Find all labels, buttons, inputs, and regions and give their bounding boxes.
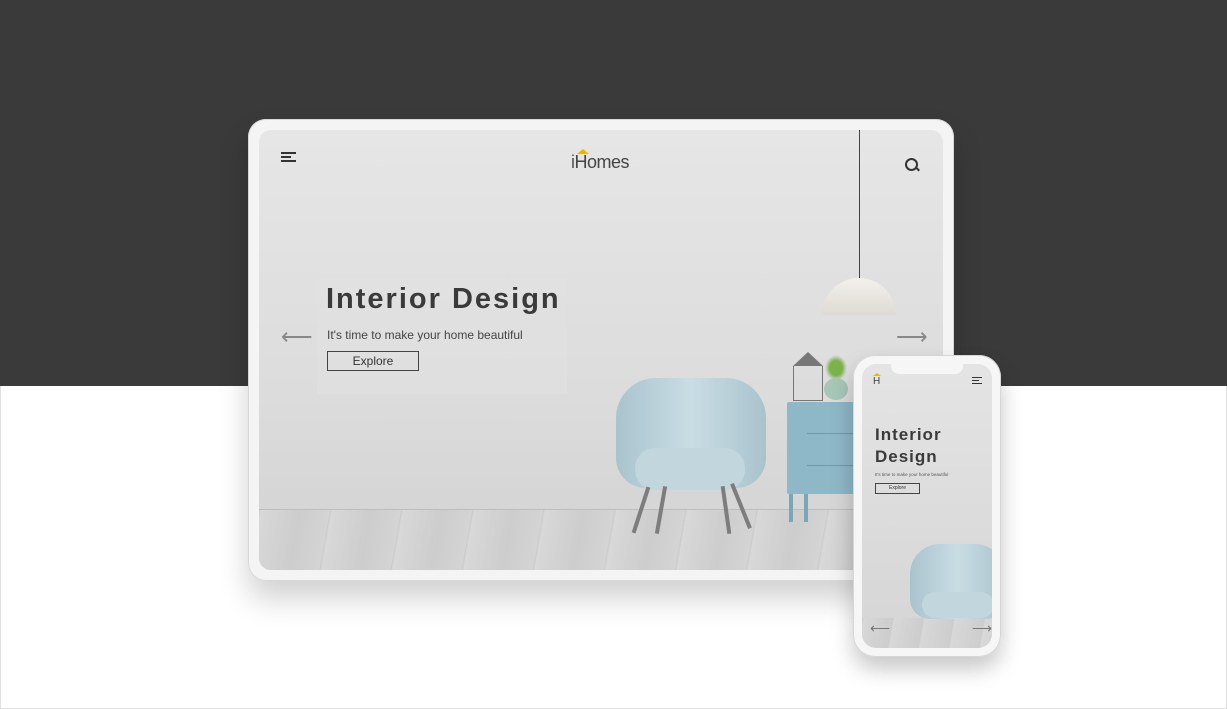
phone-screen: H Interior Design It's time to make your… <box>862 364 992 648</box>
explore-button[interactable]: Explore <box>327 351 419 371</box>
arrow-left-icon[interactable]: ⟵ <box>281 324 313 350</box>
hamburger-menu-icon[interactable] <box>281 152 296 163</box>
phone-notch <box>891 364 963 374</box>
hero-title: Interior Design <box>326 283 561 315</box>
hero-subtitle: It's time to make your home beautiful <box>327 328 523 342</box>
cabinet-leg <box>789 494 793 522</box>
arrow-right-icon[interactable]: ⟶ <box>896 324 928 350</box>
tablet-device: iHomes Interior Design It's time to make… <box>248 119 954 581</box>
vase-decor <box>824 378 848 400</box>
logo-text: H <box>873 376 881 387</box>
hero-title: Interior Design <box>875 425 942 466</box>
site-logo[interactable]: iHomes <box>571 149 630 173</box>
armchair-seat <box>922 592 992 618</box>
explore-button[interactable]: Explore <box>875 483 920 494</box>
cabinet-leg <box>804 494 808 522</box>
pendant-lamp <box>822 278 896 315</box>
arrow-left-icon[interactable]: ⟵ <box>870 620 890 637</box>
hero-subtitle: It's time to make your home beautiful <box>875 472 949 477</box>
hamburger-menu-icon[interactable] <box>972 377 982 385</box>
terrarium-decor <box>793 352 823 401</box>
roof-icon <box>577 149 589 154</box>
search-icon[interactable] <box>905 158 918 171</box>
roof-icon <box>873 373 881 376</box>
armchair-seat <box>635 448 745 490</box>
logo-text: Homes <box>574 152 630 172</box>
tablet-screen: iHomes Interior Design It's time to make… <box>259 130 943 570</box>
floor <box>259 509 943 570</box>
site-logo[interactable]: H <box>873 373 881 387</box>
lamp-cord <box>859 130 860 280</box>
phone-device: H Interior Design It's time to make your… <box>853 355 1001 657</box>
arrow-right-icon[interactable]: ⟶ <box>972 620 992 637</box>
